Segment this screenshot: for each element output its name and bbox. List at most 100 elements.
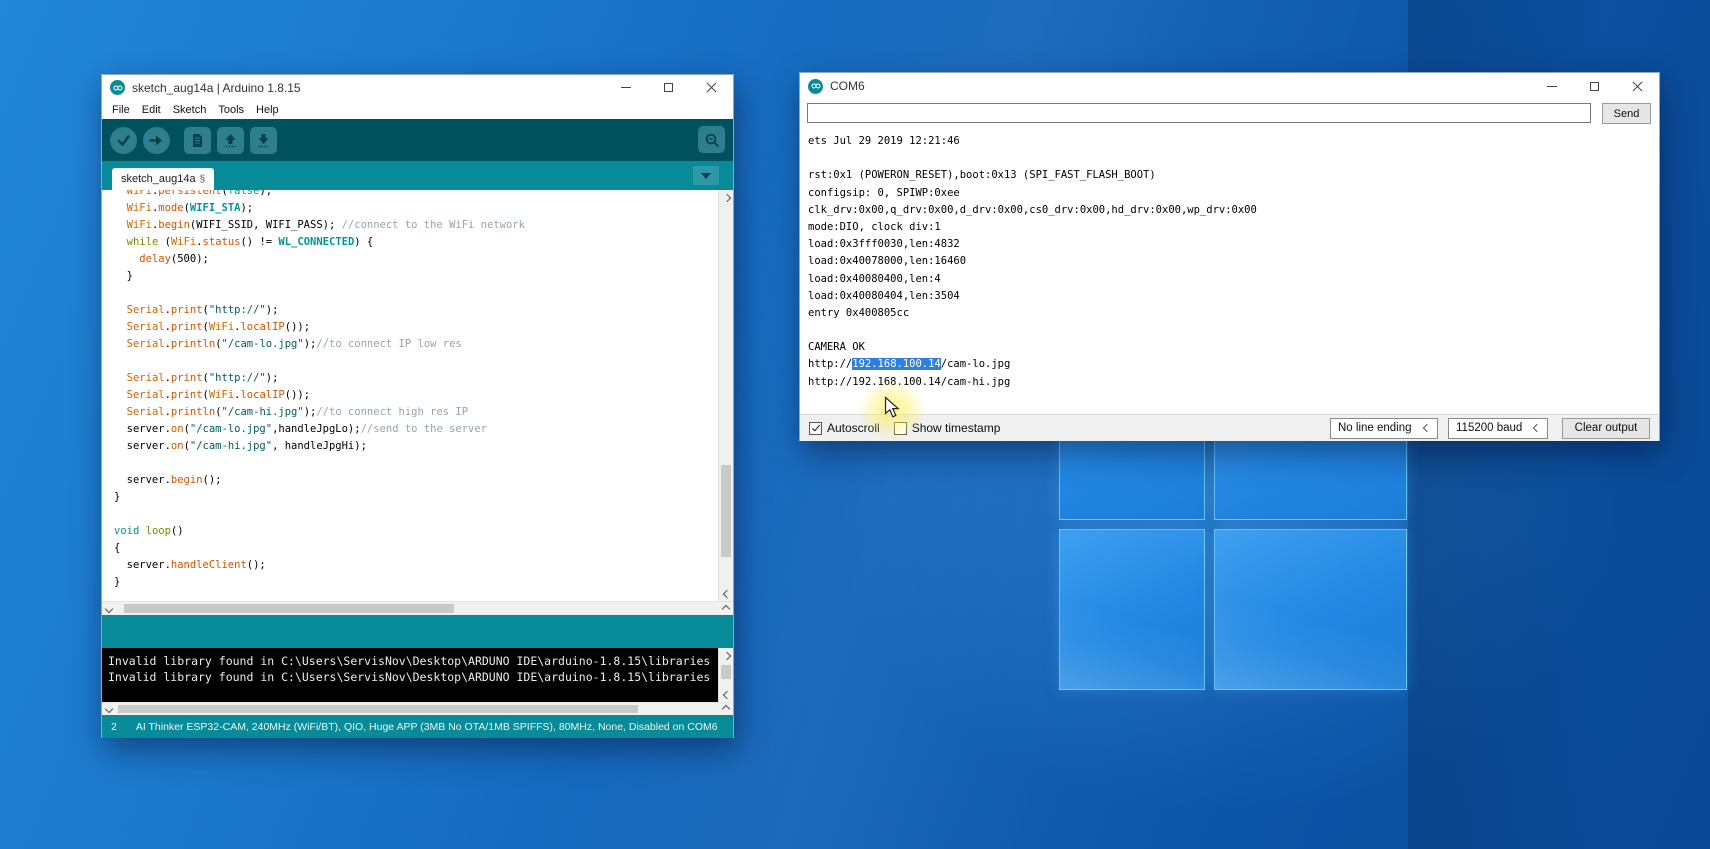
serial-line: http://192.168.100.14/cam-hi.jpg xyxy=(808,374,1659,391)
menu-edit[interactable]: Edit xyxy=(136,104,167,116)
tab-list-dropdown[interactable] xyxy=(693,166,719,185)
send-button[interactable]: Send xyxy=(1602,103,1651,124)
console-horizontal-scrollbar[interactable] xyxy=(102,702,733,715)
code-text: WiFi.persistent(false); WiFi.mode(WIFI_S… xyxy=(114,190,715,601)
mouse-cursor xyxy=(884,396,901,425)
editor-horizontal-scrollbar[interactable] xyxy=(102,601,733,615)
serial-line: mode:DIO, clock div:1 xyxy=(808,219,1659,236)
scroll-left-icon[interactable] xyxy=(102,703,116,715)
serial-line: entry 0x400805cc xyxy=(808,305,1659,322)
serial-monitor-window: COM6 Send ets Jul 29 2019 12:21:46 rst:0… xyxy=(799,72,1660,441)
serial-line: load:0x3fff0030,len:4832 xyxy=(808,236,1659,253)
code-line: WiFi.persistent(false); xyxy=(114,190,715,200)
upload-button[interactable] xyxy=(143,127,170,154)
serial-line: load:0x40080400,len:4 xyxy=(808,271,1659,288)
menu-sketch[interactable]: Sketch xyxy=(167,104,213,116)
document-icon xyxy=(189,132,206,149)
line-ending-dropdown[interactable]: No line ending xyxy=(1330,418,1438,439)
scroll-down-icon[interactable] xyxy=(719,687,733,702)
scroll-left-icon[interactable] xyxy=(102,602,116,615)
magnifier-icon xyxy=(703,131,721,149)
send-row: Send xyxy=(800,99,1659,127)
clear-output-button[interactable]: Clear output xyxy=(1562,418,1650,439)
scroll-down-icon[interactable] xyxy=(719,586,733,601)
scrollbar-thumb[interactable] xyxy=(124,604,454,613)
minimize-button[interactable] xyxy=(604,75,647,100)
save-button[interactable] xyxy=(250,127,277,154)
arrow-right-icon xyxy=(148,132,165,149)
close-icon xyxy=(706,82,717,93)
code-line: Serial.print("http://"); xyxy=(114,370,715,387)
scroll-right-icon[interactable] xyxy=(719,602,733,615)
code-line: Serial.print(WiFi.localIP()); xyxy=(114,319,715,336)
check-icon xyxy=(811,423,819,432)
arduino-app-icon xyxy=(808,79,823,94)
tab-sketch[interactable]: sketch_aug14a § xyxy=(112,168,214,190)
serial-line xyxy=(808,322,1659,339)
serial-line: configsip: 0, SPIWP:0xee xyxy=(808,185,1659,202)
console-output: Invalid library found in C:\Users\Servis… xyxy=(102,648,733,702)
serial-monitor-button[interactable] xyxy=(698,126,725,153)
maximize-icon xyxy=(664,83,673,92)
line-ending-value: No line ending xyxy=(1338,422,1412,434)
minimize-icon xyxy=(1547,86,1557,87)
chevron-down-icon xyxy=(1533,424,1541,432)
arrow-up-icon xyxy=(222,132,239,149)
tab-label: sketch_aug14a xyxy=(121,173,196,185)
code-editor[interactable]: WiFi.persistent(false); WiFi.mode(WIFI_S… xyxy=(102,190,733,601)
serial-output[interactable]: ets Jul 29 2019 12:21:46 rst:0x1 (POWERO… xyxy=(800,127,1659,414)
status-line-number: 2 xyxy=(111,721,117,733)
console-message: Invalid library found in C:\Users\Servis… xyxy=(108,669,717,685)
console-message: Invalid library found in C:\Users\Servis… xyxy=(108,653,717,669)
serial-monitor-controls: Autoscroll Show timestamp No line ending… xyxy=(800,414,1659,441)
close-button[interactable] xyxy=(690,75,733,100)
scrollbar-thumb[interactable] xyxy=(721,665,731,679)
arduino-app-icon xyxy=(110,80,125,95)
close-button[interactable] xyxy=(1616,73,1659,99)
menu-file[interactable]: File xyxy=(106,104,136,116)
scroll-up-icon[interactable] xyxy=(719,190,733,205)
editor-vertical-scrollbar[interactable] xyxy=(718,190,733,601)
close-icon xyxy=(1632,81,1643,92)
arduino-titlebar[interactable]: sketch_aug14a | Arduino 1.8.15 xyxy=(102,75,733,100)
autoscroll-checkbox-checked[interactable] xyxy=(809,422,822,435)
open-button[interactable] xyxy=(217,127,244,154)
chevron-down-icon xyxy=(1423,424,1431,432)
code-line xyxy=(114,455,715,472)
status-bar: 2 AI Thinker ESP32-CAM, 240MHz (WiFi/BT)… xyxy=(102,715,733,738)
tab-modified-mark: § xyxy=(200,174,206,185)
tab-bar: sketch_aug14a § xyxy=(102,161,733,190)
scrollbar-thumb[interactable] xyxy=(721,465,731,557)
serial-titlebar[interactable]: COM6 xyxy=(800,73,1659,99)
console-vertical-scrollbar[interactable] xyxy=(718,648,733,702)
code-line: delay(500); xyxy=(114,251,715,268)
desktop: sketch_aug14a | Arduino 1.8.15 FileEditS… xyxy=(0,0,1710,849)
scrollbar-thumb[interactable] xyxy=(118,705,638,713)
code-line: server.on("/cam-hi.jpg", handleJpgHi); xyxy=(114,438,715,455)
serial-send-input[interactable] xyxy=(807,103,1591,123)
scroll-right-icon[interactable] xyxy=(719,703,733,715)
scroll-up-icon[interactable] xyxy=(719,648,733,663)
baud-rate-dropdown[interactable]: 115200 baud xyxy=(1448,418,1548,439)
verify-button[interactable] xyxy=(110,127,137,154)
triangle-down-icon xyxy=(701,173,711,179)
maximize-button[interactable] xyxy=(1573,73,1616,99)
code-line: { xyxy=(114,540,715,557)
new-sketch-button[interactable] xyxy=(184,127,211,154)
serial-window-title: COM6 xyxy=(830,79,865,93)
menu-help[interactable]: Help xyxy=(250,104,285,116)
console-lines: Invalid library found in C:\Users\Servis… xyxy=(108,653,717,685)
arrow-down-icon xyxy=(255,132,272,149)
code-line: Serial.print(WiFi.localIP()); xyxy=(114,387,715,404)
minimize-button[interactable] xyxy=(1530,73,1573,99)
code-line: Serial.println("/cam-lo.jpg");//to conne… xyxy=(114,336,715,353)
code-line xyxy=(114,353,715,370)
code-line: } xyxy=(114,489,715,506)
baud-rate-value: 115200 baud xyxy=(1456,422,1522,434)
maximize-button[interactable] xyxy=(647,75,690,100)
code-line xyxy=(114,285,715,302)
menu-bar: FileEditSketchToolsHelp xyxy=(102,100,733,119)
menu-tools[interactable]: Tools xyxy=(212,104,250,116)
status-message-strip xyxy=(102,615,733,648)
arduino-ide-window: sketch_aug14a | Arduino 1.8.15 FileEditS… xyxy=(101,74,734,738)
